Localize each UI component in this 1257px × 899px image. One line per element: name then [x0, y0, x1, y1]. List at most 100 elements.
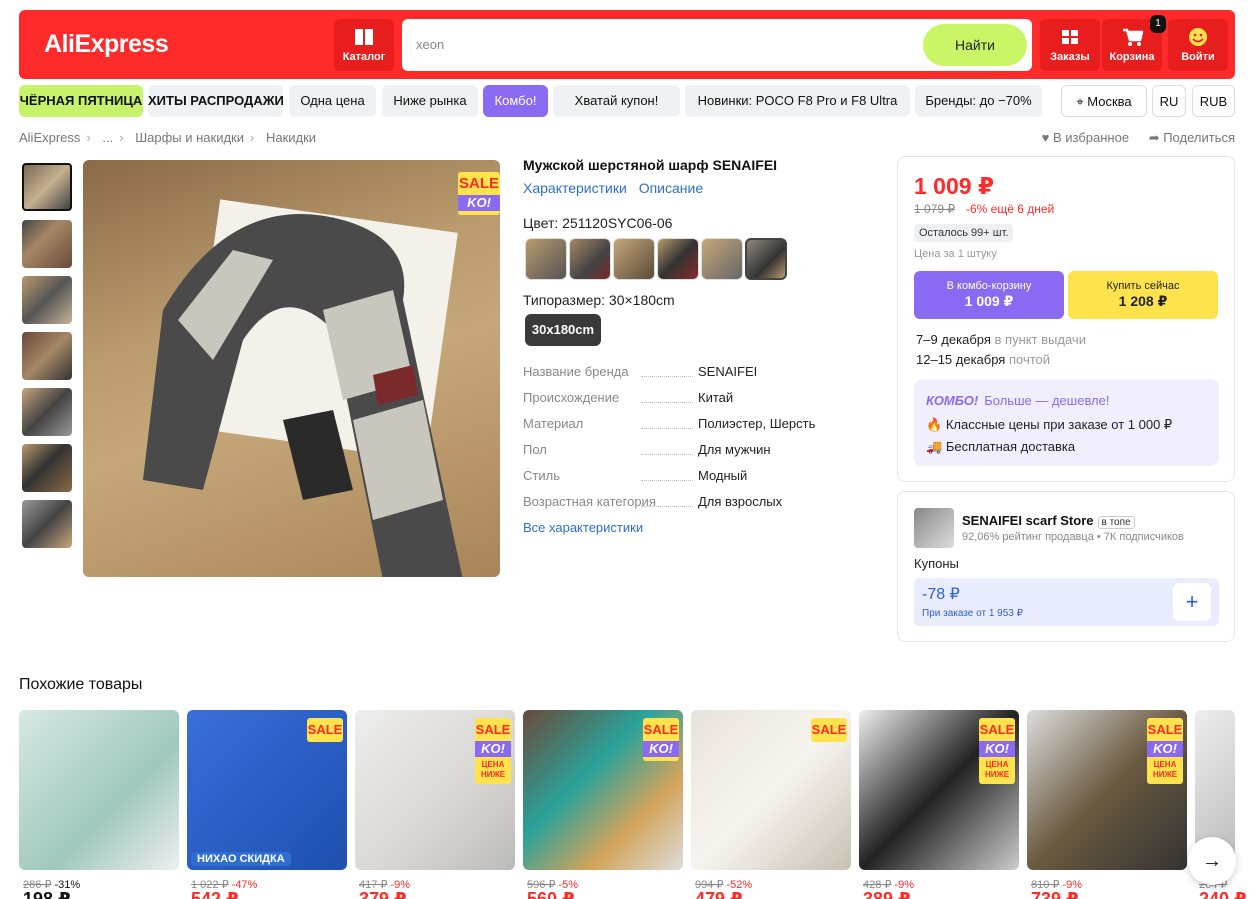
all-specs-link[interactable]: Все характеристики: [523, 520, 643, 535]
tab-new-poco[interactable]: Новинки: POCO F8 Pro и F8 Ultra: [685, 85, 910, 117]
spec-row: Стиль Модный: [523, 468, 748, 483]
similar-item-price: 560 ₽: [527, 889, 575, 899]
gallery-thumbnail[interactable]: [22, 163, 72, 211]
combo-promo-box: КОМБО! Больше — дешевле! 🔥 Классные цены …: [914, 379, 1219, 466]
similar-item-image[interactable]: [19, 710, 179, 870]
gallery-thumbnail[interactable]: [22, 500, 72, 548]
sale-badge: SALE: [307, 718, 343, 742]
orders-button[interactable]: Заказы: [1040, 19, 1100, 71]
color-swatch[interactable]: [613, 238, 655, 280]
cart-icon: [1123, 28, 1143, 46]
sale-badge: SALE KO!: [458, 172, 500, 215]
specs-link[interactable]: Характеристики: [523, 180, 627, 196]
tab-below-market[interactable]: Ниже рынка: [382, 85, 478, 117]
chevron-right-icon: ›: [119, 130, 124, 145]
gallery-thumbnail[interactable]: [22, 444, 72, 492]
breadcrumb-item[interactable]: ...: [102, 130, 113, 145]
color-swatch[interactable]: [701, 238, 743, 280]
size-option-selected[interactable]: 30x180cm: [525, 314, 601, 346]
coupons-label: Купоны: [914, 556, 959, 571]
store-card: SENAIFEI scarf Store в топе 92,06% рейтин…: [897, 491, 1235, 642]
city-selector[interactable]: ⌖ Москва: [1061, 85, 1147, 117]
sale-badge: SALE KO! ЦЕНА НИЖЕ: [475, 718, 511, 784]
breadcrumb-item[interactable]: Шарфы и накидки: [135, 130, 244, 145]
currency-selector[interactable]: RUB: [1192, 85, 1235, 117]
spec-row: Возрастная категория Для взрослых: [523, 494, 783, 509]
old-price: 1 079 ₽: [914, 202, 955, 216]
color-swatch[interactable]: [657, 238, 699, 280]
similar-item-price: 379 ₽: [359, 889, 407, 899]
sale-badge: SALE KO!: [643, 718, 679, 761]
similar-item-image[interactable]: SALE НИХАО СКИДКА: [187, 710, 347, 870]
color-label: Цвет: 251120SYC06-06: [523, 215, 673, 231]
similar-item-price: 389 ₽: [863, 889, 911, 899]
sale-badge: SALE KO! ЦЕНА НИЖЕ: [979, 718, 1015, 784]
gallery-thumbnail[interactable]: [22, 332, 72, 380]
coupon-card: -78 ₽ При заказе от 1 953 ₽ +: [914, 578, 1219, 626]
heart-icon: ♥: [1041, 130, 1053, 145]
similar-item-image[interactable]: SALE KO! ЦЕНА НИЖЕ: [859, 710, 1019, 870]
delivery-pickup: 7–9 декабря в пункт выдачи: [916, 332, 1086, 347]
color-swatch[interactable]: [525, 238, 567, 280]
similar-item-image[interactable]: SALE: [691, 710, 851, 870]
similar-item-image[interactable]: SALE KO! ЦЕНА НИЖЕ: [1027, 710, 1187, 870]
sale-badge: SALE: [811, 718, 847, 742]
search-button[interactable]: Найти: [923, 24, 1027, 66]
chevron-right-icon: ›: [250, 130, 255, 145]
store-name[interactable]: SENAIFEI scarf Store в топе: [962, 513, 1135, 529]
unit-price-label: Цена за 1 штуку: [914, 248, 997, 260]
aliexpress-logo[interactable]: AliExpress: [44, 30, 169, 59]
product-links: Характеристики Описание: [523, 180, 711, 196]
size-label: Типоразмер: 30×180cm: [523, 292, 675, 308]
catalog-button[interactable]: Каталог: [334, 19, 394, 71]
gallery-thumbnail[interactable]: [22, 220, 72, 268]
favorite-button[interactable]: ♥ В избранное: [1042, 130, 1129, 145]
main-product-image[interactable]: SALE KO!: [83, 160, 500, 577]
tab-combo[interactable]: Комбо!: [483, 85, 548, 117]
similar-item-price: 542 ₽: [191, 889, 239, 899]
similar-title: Похожие товары: [19, 676, 143, 693]
add-to-combo-button[interactable]: В комбо-корзину 1 009 ₽: [914, 271, 1064, 319]
nihao-badge: НИХАО СКИДКА: [191, 852, 291, 866]
spec-row: Происхождение Китай: [523, 390, 734, 405]
stock-badge: Осталось 99+ шт.: [914, 224, 1014, 242]
color-swatch[interactable]: [569, 238, 611, 280]
similar-item-image[interactable]: SALE KO! ЦЕНА НИЖЕ: [355, 710, 515, 870]
add-coupon-button[interactable]: +: [1173, 583, 1211, 621]
tab-black-friday[interactable]: ЧЁРНАЯ ПЯТНИЦА: [19, 85, 143, 117]
next-arrow-button[interactable]: →: [1188, 837, 1236, 885]
breadcrumb-item[interactable]: Накидки: [266, 130, 316, 145]
similar-item-price: 479 ₽: [695, 889, 743, 899]
scarf-image: [143, 199, 463, 577]
location-pin-icon: ⌖: [1076, 94, 1088, 109]
discount-label: -6% ещё 6 дней: [966, 202, 1055, 216]
truck-icon: 🚚: [926, 439, 946, 454]
similar-item-image[interactable]: SALE KO!: [523, 710, 683, 870]
price: 1 009 ₽: [914, 173, 994, 199]
language-selector[interactable]: RU: [1152, 85, 1186, 117]
combo-logo: КОМБО!: [926, 393, 979, 408]
buy-now-button[interactable]: Купить сейчас 1 208 ₽: [1068, 271, 1218, 319]
header: AliExpress Каталог xeon Найти Заказы Кор…: [19, 10, 1235, 79]
coupon-condition: При заказе от 1 953 ₽: [922, 608, 1023, 619]
store-meta: 92,06% рейтинг продавца • 7К подписчиков: [962, 531, 1184, 543]
chevron-right-icon: ›: [86, 130, 91, 145]
tab-grab-coupon[interactable]: Хватай купон!: [553, 85, 680, 117]
tab-one-price[interactable]: Одна цена: [289, 85, 376, 117]
similar-item-price: 240 ₽: [1199, 889, 1247, 899]
description-link[interactable]: Описание: [639, 180, 703, 196]
login-button[interactable]: Войти: [1168, 19, 1228, 71]
delivery-post: 12–15 декабря почтой: [916, 352, 1051, 367]
arrow-right-icon: →: [1202, 850, 1222, 872]
store-avatar[interactable]: [914, 508, 954, 548]
gallery-thumbnail[interactable]: [22, 276, 72, 324]
breadcrumb-item[interactable]: AliExpress: [19, 130, 80, 145]
similar-item-price: 739 ₽: [1031, 889, 1079, 899]
search-input[interactable]: xeon: [416, 37, 444, 52]
tab-sale-hits[interactable]: ХИТЫ РАСПРОДАЖИ: [148, 85, 284, 117]
gallery-thumbnail[interactable]: [22, 388, 72, 436]
color-swatch-selected[interactable]: [745, 238, 787, 280]
tab-brands[interactable]: Бренды: до −70%: [915, 85, 1042, 117]
share-button[interactable]: ➦ Поделиться: [1149, 130, 1235, 145]
fire-icon: 🔥: [926, 417, 946, 432]
